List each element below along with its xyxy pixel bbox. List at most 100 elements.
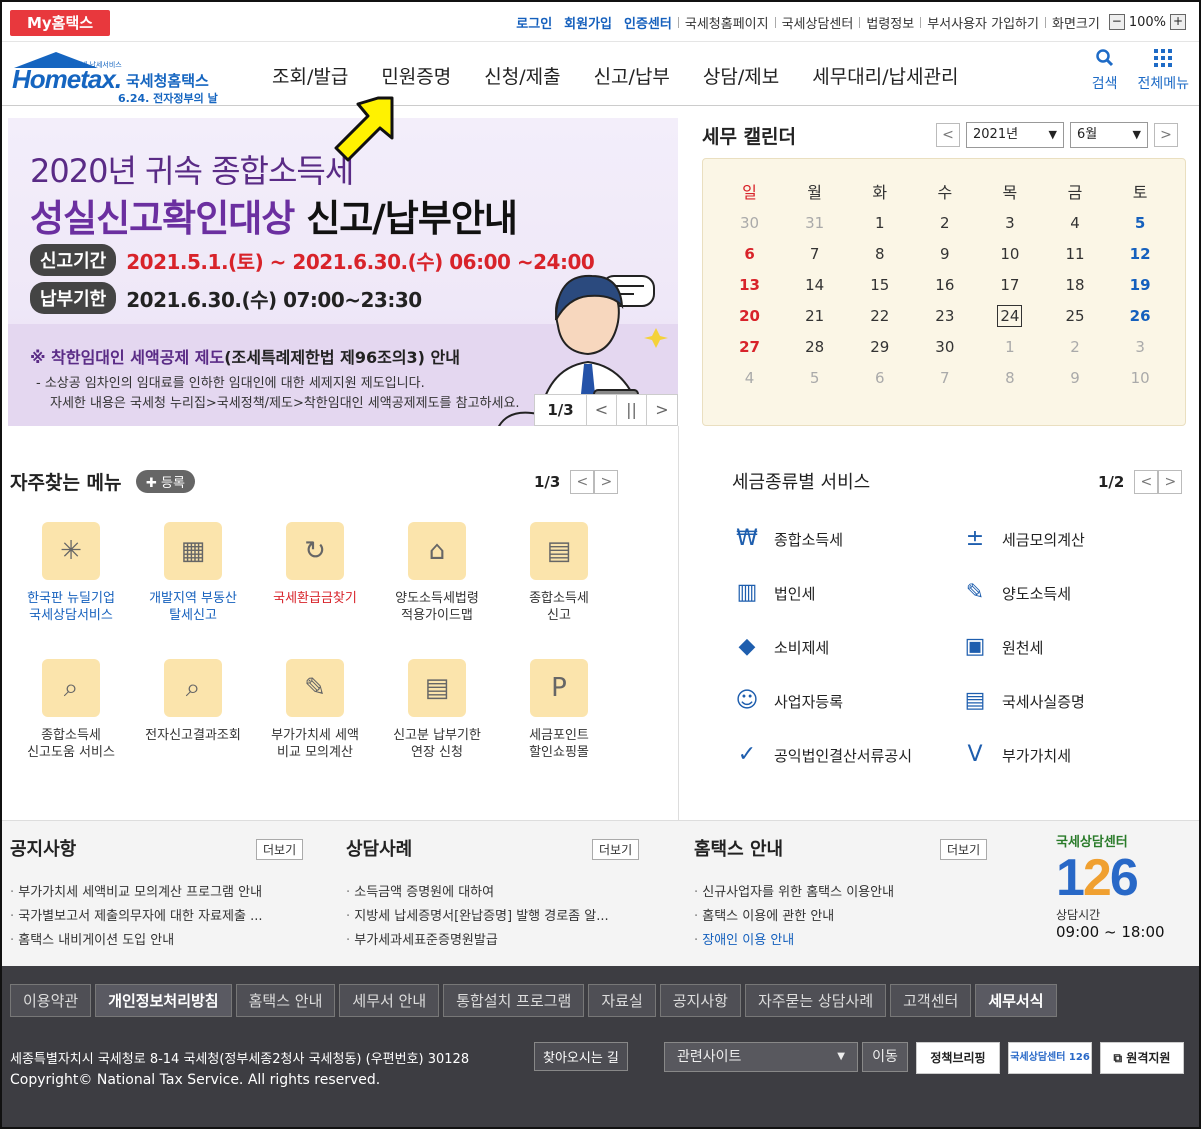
calendar-day[interactable]: 13 — [717, 270, 782, 301]
nav-inquiry-issue[interactable]: 조회/발급 — [272, 62, 348, 89]
calendar-day[interactable]: 9 — [1042, 363, 1107, 394]
calendar-day[interactable]: 21 — [782, 301, 847, 332]
search-button[interactable]: 검색 — [1092, 48, 1117, 93]
zoom-in-button[interactable]: + — [1170, 14, 1186, 30]
tax-service-item[interactable]: ✎ 양도소득세 — [958, 578, 1071, 608]
signup-link[interactable]: 회원가입 — [558, 13, 618, 32]
tax-service-item[interactable]: ▥ 법인세 — [730, 578, 816, 608]
frequent-menu-item[interactable]: ▤ 신고분 납부기한 연장 신청 — [376, 659, 498, 761]
calendar-day[interactable]: 15 — [847, 270, 912, 301]
calendar-day[interactable]: 10 — [977, 239, 1042, 270]
calendar-day[interactable]: 6 — [847, 363, 912, 394]
list-item[interactable]: 지방세 납세증명서[완납증명] 발행 경로좀 알... — [346, 905, 608, 929]
year-select[interactable]: 2021년 ▼ — [966, 122, 1064, 148]
frequent-menu-item[interactable]: ✳ 한국판 뉴딜기업 국세상담서비스 — [10, 522, 132, 624]
nts-homepage-link[interactable]: 국세청홈페이지 — [679, 13, 775, 32]
footer-tax-office[interactable]: 세무서 안내 — [339, 984, 440, 1017]
footer-archive[interactable]: 자료실 — [588, 984, 656, 1017]
tax-service-item[interactable]: ± 세금모의계산 — [958, 524, 1085, 554]
footer-hometax-guide[interactable]: 홈택스 안내 — [235, 984, 336, 1017]
guide-more-button[interactable]: 더보기 — [940, 839, 988, 860]
notice-more-button[interactable]: 더보기 — [256, 839, 304, 860]
calendar-day[interactable]: 10 — [1108, 363, 1173, 394]
consult-126-button[interactable]: 국세상담센터 126 — [1008, 1042, 1092, 1074]
calendar-day[interactable]: 18 — [1042, 270, 1107, 301]
footer-tax-forms[interactable]: 세무서식 — [975, 984, 1057, 1017]
nav-tax-agent[interactable]: 세무대리/납세관리 — [812, 62, 958, 89]
calendar-day[interactable]: 8 — [977, 363, 1042, 394]
frequent-menu-item[interactable]: ▤ 종합소득세 신고 — [498, 522, 620, 624]
calendar-day[interactable]: 7 — [782, 239, 847, 270]
related-site-select[interactable]: 관련사이트 ▼ — [664, 1042, 858, 1072]
calendar-day[interactable]: 5 — [1108, 208, 1173, 239]
nav-civil-certificate[interactable]: 민원증명 — [381, 62, 451, 89]
month-select[interactable]: 6월 ▼ — [1070, 122, 1148, 148]
calendar-day[interactable]: 8 — [847, 239, 912, 270]
banner-pause-button[interactable]: || — [617, 395, 647, 425]
find-way-button[interactable]: 찾아오시는 길 — [534, 1042, 628, 1071]
calendar-day[interactable]: 26 — [1108, 301, 1173, 332]
myhometax-button[interactable]: My홈택스 — [10, 10, 110, 36]
calendar-day[interactable]: 31 — [782, 208, 847, 239]
calendar-day[interactable]: 5 — [782, 363, 847, 394]
calendar-day[interactable]: 27 — [717, 332, 782, 363]
calendar-day[interactable]: 4 — [717, 363, 782, 394]
go-button[interactable]: 이동 — [862, 1042, 908, 1072]
footer-install[interactable]: 통합설치 프로그램 — [443, 984, 585, 1017]
tax-service-prev-button[interactable]: < — [1134, 470, 1159, 494]
frequent-menu-item[interactable]: ⌕ 전자신고결과조회 — [132, 659, 254, 744]
nav-apply-submit[interactable]: 신청/제출 — [484, 62, 560, 89]
calendar-day[interactable]: 4 — [1042, 208, 1107, 239]
calendar-day[interactable]: 28 — [782, 332, 847, 363]
calendar-day[interactable]: 30 — [912, 332, 977, 363]
footer-terms[interactable]: 이용약관 — [10, 984, 92, 1017]
frequent-menu-item[interactable]: ✎ 부가가치세 세액 비교 모의계산 — [254, 659, 376, 761]
tax-service-item[interactable]: ✓ 공익법인결산서류공시 — [730, 740, 912, 770]
calendar-day[interactable]: 1 — [977, 332, 1042, 363]
calendar-day[interactable]: 20 — [717, 301, 782, 332]
nav-consult-report[interactable]: 상담/제보 — [703, 62, 779, 89]
frequent-prev-button[interactable]: < — [570, 470, 595, 494]
calendar-day[interactable]: 12 — [1108, 239, 1173, 270]
frequent-menu-item[interactable]: ▦ 개발지역 부동산 탈세신고 — [132, 522, 254, 624]
calendar-day[interactable]: 7 — [912, 363, 977, 394]
calendar-day[interactable]: 9 — [912, 239, 977, 270]
calendar-day[interactable]: 1 — [847, 208, 912, 239]
list-item[interactable]: 홈택스 내비게이션 도입 안내 — [10, 929, 262, 953]
calendar-day[interactable]: 2 — [1042, 332, 1107, 363]
register-button[interactable]: ✚ 등록 — [136, 470, 195, 493]
footer-privacy[interactable]: 개인정보처리방침 — [95, 984, 232, 1017]
calendar-day[interactable]: 3 — [977, 208, 1042, 239]
banner-next-button[interactable]: > — [647, 395, 677, 425]
frequent-menu-item[interactable]: ⌕ 종합소득세 신고도움 서비스 — [10, 659, 132, 761]
list-item[interactable]: 국가별보고서 제출의무자에 대한 자료제출 ... — [10, 905, 262, 929]
calendar-day[interactable]: 2 — [912, 208, 977, 239]
list-item[interactable]: 소득금액 증명원에 대하여 — [346, 881, 609, 905]
banner-prev-button[interactable]: < — [587, 395, 617, 425]
calendar-day[interactable]: 17 — [977, 270, 1042, 301]
dept-user-signup-link[interactable]: 부서사용자 가입하기 — [921, 13, 1045, 32]
list-item[interactable]: 부가세과세표준증명원발급 — [346, 929, 609, 953]
tax-service-item[interactable]: ▣ 원천세 — [958, 632, 1044, 662]
nav-report-pay[interactable]: 신고/납부 — [594, 62, 670, 89]
calendar-day[interactable]: 22 — [847, 301, 912, 332]
hometax-logo[interactable]: 언제넷 납세서비스 Hometax. 국세청홈택스 6.24. 전자정부의 날 — [8, 48, 248, 105]
list-item[interactable]: 장애인 이용 안내 — [694, 929, 894, 953]
tax-service-item[interactable]: ₩ 종합소득세 — [730, 524, 843, 554]
calendar-day[interactable]: 19 — [1108, 270, 1173, 301]
zoom-out-button[interactable]: − — [1108, 14, 1125, 30]
calendar-day[interactable]: 6 — [717, 239, 782, 270]
calendar-day[interactable]: 23 — [912, 301, 977, 332]
remote-support-button[interactable]: ⧉ 원격지원 — [1100, 1042, 1184, 1074]
tax-service-next-button[interactable]: > — [1158, 470, 1183, 494]
list-item[interactable]: 홈택스 이용에 관한 안내 — [694, 905, 894, 929]
calendar-day[interactable]: 14 — [782, 270, 847, 301]
calendar-day[interactable]: 25 — [1042, 301, 1107, 332]
calendar-day[interactable]: 24 — [977, 301, 1042, 332]
calendar-day[interactable]: 11 — [1042, 239, 1107, 270]
login-link[interactable]: 로그인 — [510, 13, 558, 32]
tax-service-item[interactable]: ◆ 소비제세 — [730, 632, 830, 662]
list-item[interactable]: 부가가치세 세액비교 모의계산 프로그램 안내 — [10, 881, 262, 905]
main-banner[interactable]: 2020년 귀속 종합소득세 성실신고확인대상 신고/납부안내 신고기간 202… — [8, 118, 678, 426]
frequent-menu-item[interactable]: ↻ 국세환급금찾기 — [254, 522, 376, 607]
